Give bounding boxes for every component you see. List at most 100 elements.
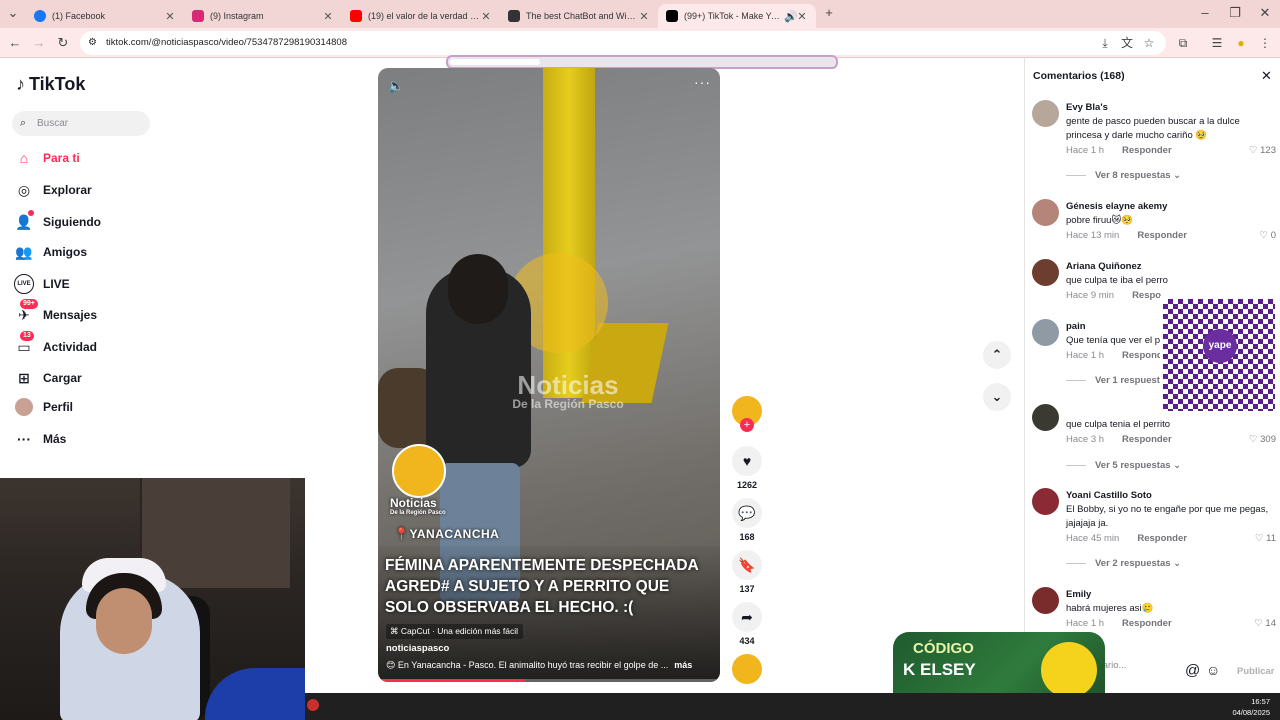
friends-icon: 👥 [15,243,33,260]
view-replies-button[interactable]: Ver 2 respuestas ⌄ [1066,558,1181,569]
video-player[interactable]: Noticias De la Región Pasco 🔈 ··· Notici… [378,68,720,682]
comment-like[interactable]: ♡ 123 [1249,145,1276,156]
sidebar-item-para-ti[interactable]: ⌂ Para ti [14,148,80,168]
comment-author[interactable]: Yoani Castillo Soto [1066,490,1152,501]
comment-author[interactable]: Evy Bla's [1066,102,1108,113]
creator-avatar[interactable]: + [732,396,762,432]
tab-tiktok[interactable]: (99+) TikTok - Make Your Day 🔊 ✕ [658,4,816,28]
restore-icon[interactable]: ❐ [1226,4,1244,22]
minimize-icon[interactable]: – [1196,4,1214,22]
site-info-icon[interactable]: ⚙ [88,31,97,55]
mute-icon[interactable]: 🔈 [388,78,404,94]
comment-author[interactable]: pain [1066,321,1086,332]
view-replies-button[interactable]: Ver 8 respuestas ⌄ [1066,170,1181,181]
sidebar-item-label: Más [43,432,67,446]
search-input[interactable]: ⌕ Buscar [12,111,150,136]
forward-icon[interactable]: → [30,34,48,52]
os-taskbar: 16:57 04/08/2025 [305,693,1280,720]
reply-button[interactable]: Responder [1137,533,1187,544]
reading-list-icon[interactable]: ☰ [1208,34,1226,52]
comment-action[interactable]: 💬 168 [732,498,762,542]
comment-author[interactable]: Génesis elayne akemy [1066,201,1167,212]
previous-video-button[interactable]: ⌃ [983,341,1011,369]
sidebar-item-siguiendo[interactable]: 👤 Siguiendo [14,210,101,232]
close-tab-icon[interactable]: ✕ [164,10,176,23]
close-tab-icon[interactable]: ✕ [796,10,808,23]
save-action[interactable]: 🔖 137 [732,550,762,594]
url-text: tiktok.com/@noticiaspasco/video/75347872… [106,37,347,48]
follow-plus-icon[interactable]: + [740,418,754,432]
video-progress-bar[interactable] [378,679,720,682]
share-action[interactable]: ➦ 434 [732,602,762,646]
view-replies-button[interactable]: Ver 1 respuest [1066,375,1160,386]
install-icon[interactable]: ⤓ [1096,34,1114,52]
avatar[interactable] [1032,488,1059,515]
capcut-tag[interactable]: ⌘ CapCut · Una edición más fácil [386,624,524,639]
close-tab-icon[interactable]: ✕ [638,10,650,23]
close-comments-icon[interactable]: ✕ [1261,68,1272,84]
avatar[interactable] [1032,319,1059,346]
like-action[interactable]: ♥ 1262 [732,446,762,490]
close-tab-icon[interactable]: ✕ [322,10,334,23]
comment-like[interactable]: ♡ 11 [1255,533,1276,544]
close-tab-icon[interactable]: ✕ [480,10,492,23]
sidebar-item-amigos[interactable]: 👥 Amigos [14,242,87,262]
tab-chatbot[interactable]: The best ChatBot and Widgets ✕ [500,4,658,28]
bookmark-star-icon[interactable]: ☆ [1140,34,1158,52]
location-tag[interactable]: 📍YANACANCHA [394,527,499,541]
sidebar-item-explorar[interactable]: ◎ Explorar [14,180,92,200]
next-video-button[interactable]: ⌄ [983,383,1011,411]
taskbar-clock[interactable]: 16:57 04/08/2025 [1232,696,1270,718]
emoji-icon[interactable]: ☺ [1206,662,1220,678]
comment-like[interactable]: ♡ 0 [1260,230,1276,241]
extensions-icon[interactable]: ⧉ [1174,34,1192,52]
menu-kebab-icon[interactable]: ⋮ [1256,34,1274,52]
sidebar-item-mas[interactable]: ··· Más [14,429,66,449]
new-tab-icon[interactable]: + [820,4,838,22]
comment-meta: Hace 45 min Responder [1066,533,1187,544]
video-menu-icon[interactable]: ··· [694,74,711,90]
reply-button[interactable]: Responder [1122,434,1172,445]
more-link[interactable]: más [674,660,692,670]
video-author[interactable]: noticiaspasco [386,643,449,654]
reload-icon[interactable]: ↻ [54,34,72,52]
close-window-icon[interactable]: ✕ [1256,4,1274,22]
sidebar-item-live[interactable]: LIVE LIVE [14,274,70,294]
avatar[interactable] [1032,259,1059,286]
sidebar-item-cargar[interactable]: ⊞ Cargar [14,368,82,388]
tab-search-chevron-icon[interactable]: ⌄ [4,4,22,22]
tiktok-logo[interactable]: ♪ TikTok [16,74,85,95]
tab-instagram[interactable]: (9) Instagram ✕ [184,4,342,28]
comment-like[interactable]: ♡ 309 [1249,434,1276,445]
avatar[interactable] [1032,587,1059,614]
comment-meta: Hace 1 h Responder [1066,618,1172,629]
translate-icon[interactable]: 文 [1118,34,1136,52]
reply-button[interactable]: Responder [1122,145,1172,156]
view-replies-button[interactable]: Ver 5 respuestas ⌄ [1066,460,1181,471]
comment-like[interactable]: ♡ 14 [1254,618,1276,629]
tab-youtube[interactable]: (19) el valor de la verdad - YouTube ✕ [342,4,500,28]
sidebar-item-mensajes[interactable]: ✈ 99+ Mensajes [14,299,97,325]
reply-button[interactable]: Responder [1122,618,1172,629]
comment-author[interactable]: Emily [1066,589,1091,600]
reply-button[interactable]: Respo [1132,290,1161,301]
avatar[interactable] [1032,199,1059,226]
sidebar-item-actividad[interactable]: ▭ 13 Actividad [14,331,97,357]
tab-audio-icon[interactable]: 🔊 [784,10,798,23]
sound-disc-icon[interactable] [732,654,762,684]
reply-button[interactable]: Responder [1137,230,1187,241]
comment-author[interactable]: Ariana Quiñonez [1066,261,1141,272]
avatar[interactable] [1032,100,1059,127]
back-icon[interactable]: ← [6,34,24,52]
taskbar-app-icon[interactable] [307,699,319,711]
instagram-icon [192,10,204,22]
mention-icon[interactable]: @ [1185,662,1200,679]
reply-button[interactable]: Respond [1122,350,1163,361]
publish-button[interactable]: Publicar [1237,666,1275,677]
sidebar-item-perfil[interactable]: Perfil [14,397,73,417]
profile-avatar-icon[interactable]: ● [1232,34,1250,52]
comment-meta: Hace 1 h Responder [1066,145,1172,156]
tab-facebook[interactable]: (1) Facebook ✕ [26,4,184,28]
address-bar[interactable]: ⚙ tiktok.com/@noticiaspasco/video/753478… [80,31,1166,55]
avatar[interactable] [1032,404,1059,431]
